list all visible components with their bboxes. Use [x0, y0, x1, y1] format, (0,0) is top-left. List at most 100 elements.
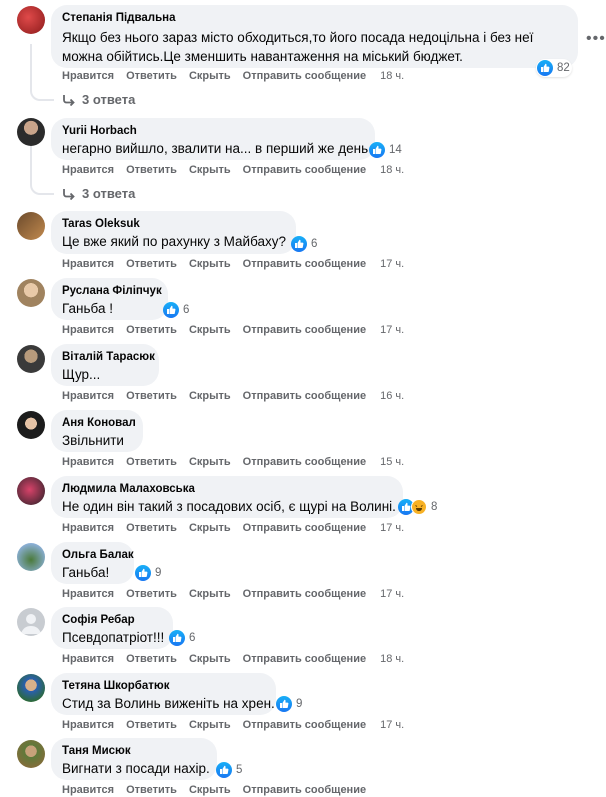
reaction-summary[interactable]: 9 [134, 564, 163, 582]
timestamp[interactable]: 17 ч. [380, 588, 404, 600]
send-message-button[interactable]: Отправить сообщение [243, 164, 366, 176]
more-options-icon[interactable]: ••• [586, 30, 606, 48]
send-message-button[interactable]: Отправить сообщение [243, 70, 366, 82]
avatar[interactable] [17, 543, 45, 571]
comment-author[interactable]: Людмила Малаховська [62, 482, 392, 497]
avatar[interactable] [17, 740, 45, 768]
view-replies-button[interactable]: 3 ответа [62, 92, 135, 107]
send-message-button[interactable]: Отправить сообщение [243, 719, 366, 731]
like-button[interactable]: Нравится [62, 588, 114, 600]
comment-author[interactable]: Тетяна Шкорбатюк [62, 679, 265, 694]
like-button[interactable]: Нравится [62, 258, 114, 270]
hide-button[interactable]: Скрыть [189, 258, 231, 270]
send-message-button[interactable]: Отправить сообщение [243, 784, 366, 796]
like-button[interactable]: Нравится [62, 456, 114, 468]
reply-button[interactable]: Ответить [126, 588, 177, 600]
reply-button[interactable]: Ответить [126, 653, 177, 665]
comment-text: Це вже який по рахунку з Майбаху? [62, 234, 287, 249]
thumbs-up-icon [169, 630, 185, 646]
like-button[interactable]: Нравится [62, 784, 114, 796]
comment-actions: Нравится Ответить Скрыть Отправить сообщени… [62, 257, 416, 271]
timestamp[interactable]: 17 ч. [380, 719, 404, 731]
timestamp[interactable]: 18 ч. [380, 70, 404, 82]
timestamp[interactable]: 17 ч. [380, 258, 404, 270]
reaction-summary[interactable]: 8 [397, 498, 439, 516]
like-button[interactable]: Нравится [62, 164, 114, 176]
reply-button[interactable]: Ответить [126, 324, 177, 336]
reaction-summary[interactable]: 6 [162, 301, 191, 319]
comment-author[interactable]: Руслана Філіпчук [62, 284, 162, 299]
comment-actions: Нравится Ответить Скрыть Отправить сообщени… [62, 323, 416, 337]
timestamp[interactable]: 17 ч. [380, 522, 404, 534]
like-button[interactable]: Нравится [62, 70, 114, 82]
comment-author[interactable]: Степанія Підвальна [62, 11, 567, 26]
comment-author[interactable]: Таня Мисюк [62, 744, 206, 759]
send-message-button[interactable]: Отправить сообщение [243, 653, 366, 665]
send-message-button[interactable]: Отправить сообщение [243, 522, 366, 534]
thread-line [30, 146, 54, 195]
avatar[interactable] [17, 212, 45, 240]
comment-bubble: Руслана Філіпчук Ганьба ! [51, 278, 168, 320]
thumbs-up-icon [537, 60, 553, 76]
reply-button[interactable]: Ответить [126, 164, 177, 176]
comment-bubble: Степанія Підвальна Якщо без нього зараз … [51, 5, 578, 68]
hide-button[interactable]: Скрыть [189, 719, 231, 731]
send-message-button[interactable]: Отправить сообщение [243, 324, 366, 336]
timestamp[interactable]: 18 ч. [380, 653, 404, 665]
reaction-summary[interactable]: 5 [215, 761, 244, 779]
like-button[interactable]: Нравится [62, 324, 114, 336]
reaction-summary[interactable]: 6 [168, 629, 197, 647]
hide-button[interactable]: Скрыть [189, 390, 231, 402]
comment-author[interactable]: Аня Коновал [62, 416, 136, 431]
hide-button[interactable]: Скрыть [189, 588, 231, 600]
hide-button[interactable]: Скрыть [189, 164, 231, 176]
reaction-summary[interactable]: 9 [275, 695, 304, 713]
avatar[interactable] [17, 345, 45, 373]
send-message-button[interactable]: Отправить сообщение [243, 390, 366, 402]
avatar[interactable] [17, 6, 45, 34]
reaction-summary[interactable]: 14 [368, 141, 404, 159]
reaction-summary[interactable]: 6 [290, 235, 319, 253]
reply-button[interactable]: Ответить [126, 522, 177, 534]
reaction-count: 9 [296, 698, 303, 710]
comment-author[interactable]: Віталій Тарасюк [62, 350, 155, 365]
hide-button[interactable]: Скрыть [189, 456, 231, 468]
reply-button[interactable]: Ответить [126, 784, 177, 796]
hide-button[interactable]: Скрыть [189, 324, 231, 336]
hide-button[interactable]: Скрыть [189, 653, 231, 665]
avatar[interactable] [17, 674, 45, 702]
reply-button[interactable]: Ответить [126, 719, 177, 731]
like-button[interactable]: Нравится [62, 522, 114, 534]
timestamp[interactable]: 18 ч. [380, 164, 404, 176]
reply-button[interactable]: Ответить [126, 390, 177, 402]
comment-author[interactable]: Ольга Балак [62, 548, 134, 563]
timestamp[interactable]: 16 ч. [380, 390, 404, 402]
like-button[interactable]: Нравится [62, 719, 114, 731]
send-message-button[interactable]: Отправить сообщение [243, 588, 366, 600]
avatar[interactable] [17, 608, 45, 636]
hide-button[interactable]: Скрыть [189, 784, 231, 796]
avatar[interactable] [17, 279, 45, 307]
like-button[interactable]: Нравится [62, 653, 114, 665]
view-replies-button[interactable]: 3 ответа [62, 186, 135, 201]
timestamp[interactable]: 15 ч. [380, 456, 404, 468]
hide-button[interactable]: Скрыть [189, 70, 231, 82]
avatar[interactable] [17, 118, 45, 146]
send-message-button[interactable]: Отправить сообщение [243, 258, 366, 270]
comment-author[interactable]: Yurii Horbach [62, 124, 364, 139]
avatar[interactable] [17, 477, 45, 505]
hide-button[interactable]: Скрыть [189, 522, 231, 534]
avatar[interactable] [17, 411, 45, 439]
reply-button[interactable]: Ответить [126, 70, 177, 82]
reaction-summary[interactable]: 82 [536, 59, 572, 77]
comment-author[interactable]: Taras Oleksuk [62, 217, 285, 232]
comment-author[interactable]: Софія Ребар [62, 613, 162, 628]
like-button[interactable]: Нравится [62, 390, 114, 402]
reaction-count: 6 [189, 632, 196, 644]
timestamp[interactable]: 17 ч. [380, 324, 404, 336]
reply-button[interactable]: Ответить [126, 258, 177, 270]
haha-icon [411, 499, 427, 515]
reply-button[interactable]: Ответить [126, 456, 177, 468]
comment-bubble: Taras Oleksuk Це вже який по рахунку з М… [51, 211, 296, 254]
send-message-button[interactable]: Отправить сообщение [243, 456, 366, 468]
